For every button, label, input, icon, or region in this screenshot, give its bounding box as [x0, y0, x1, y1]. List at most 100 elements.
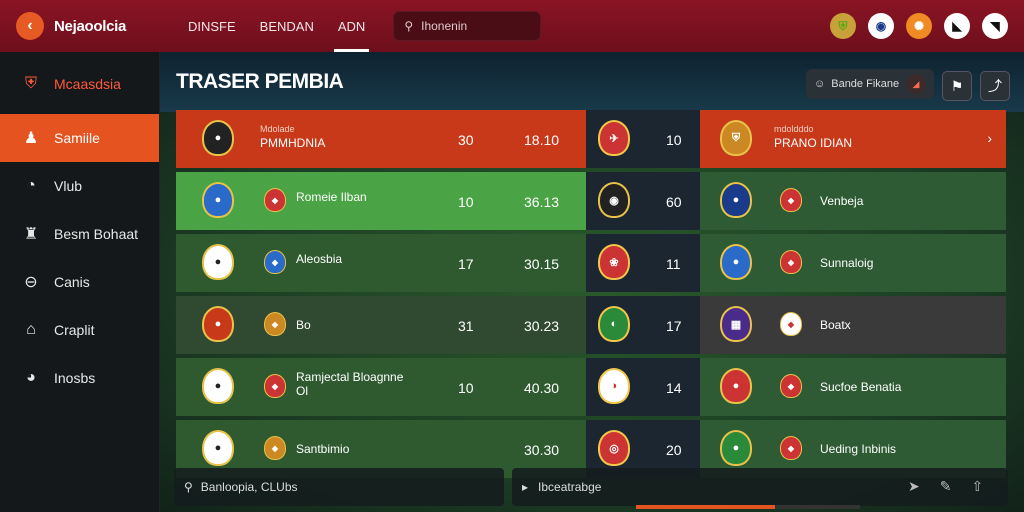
- search-input[interactable]: ⚲ Ihonenin: [393, 11, 542, 41]
- row-mid-value: 20: [666, 442, 682, 458]
- crest-3-icon[interactable]: ✺: [906, 13, 932, 39]
- club-crest-icon: ●: [720, 368, 752, 404]
- row-col1: 31: [458, 318, 474, 334]
- row-left: ● ◆ Bo 31 30.23: [176, 296, 586, 354]
- row-mid: ◉ 60: [586, 172, 700, 230]
- bottom-input-placeholder: Ibceatrabge: [538, 480, 602, 494]
- table-row[interactable]: ● ◆ Romeie Ilban 10 36.13 ◉ 60 ● ◆ Venbe…: [176, 172, 1006, 230]
- main-panel: TRASER PEMBIA ☺ Bande Fikane ◢ ⚑ ⤴ ● Mdo…: [160, 52, 1024, 512]
- player-icon: ●: [202, 244, 234, 280]
- sidebar-item-label: Canis: [54, 274, 90, 290]
- bottom-actions: ➤ ✎ ⇧: [908, 478, 983, 495]
- top-crests: ⛨ ◉ ✺ ◣ ◥: [830, 13, 1008, 39]
- club-crest-icon: ❀: [598, 244, 630, 280]
- row-mid: ◑ 14: [586, 358, 700, 416]
- row-left: ● ◆ Ramjectal Bloagnne Ol 10 40.30: [176, 358, 586, 416]
- sidebar-item-2[interactable]: ♟ Samiile: [0, 114, 159, 162]
- club-crest-icon: ◆: [264, 312, 286, 336]
- sidebar-item-7[interactable]: ◕ Inosbs: [0, 354, 159, 402]
- bottom-filter-bar[interactable]: ⚲ Banloopia, CLUbs: [174, 468, 504, 506]
- row-name: Romeie Ilban: [296, 190, 367, 204]
- row-mid-value: 60: [666, 194, 682, 210]
- shield-icon: ⛨: [24, 75, 37, 92]
- row-sub: Mdolade: [260, 124, 295, 134]
- club-crest-icon: ◆: [780, 374, 802, 398]
- row-col1: 10: [458, 380, 474, 396]
- user-chip[interactable]: ☺ Bande Fikane ◢: [806, 69, 934, 99]
- sidebar-item-6[interactable]: ⌂ Craplit: [0, 306, 159, 354]
- row-right: ● ◆ Sunnaloig: [700, 234, 1006, 292]
- sidebar-item-4[interactable]: ♜ Besm Bohaat: [0, 210, 159, 258]
- progress-fill: [636, 505, 775, 509]
- sidebar-item-label: Mcaasdsia: [54, 76, 121, 92]
- row-right: ⛨ mdoldddo PRANO IDIAN ›: [700, 110, 1006, 168]
- table-row[interactable]: ● ◆ Bo 31 30.23 ◐ 17 ▦ ◆ Boatx: [176, 296, 1006, 354]
- player-icon: ●: [202, 306, 234, 342]
- club-crest-icon: ▦: [720, 306, 752, 342]
- upload-icon[interactable]: ⇧: [971, 478, 983, 495]
- menu-icon: ▸: [522, 480, 529, 494]
- row-name-line2: Ol: [296, 384, 308, 398]
- trophy-icon: ♜: [23, 226, 39, 243]
- sidebar-item-label: Besm Bohaat: [54, 226, 139, 242]
- club-crest-icon: ◆: [780, 188, 802, 212]
- crest-4-icon[interactable]: ◣: [944, 13, 970, 39]
- table-row[interactable]: ● ◆ Ramjectal Bloagnne Ol 10 40.30 ◑ 14 …: [176, 358, 1006, 416]
- row-mid: ✈ 10: [586, 110, 700, 168]
- player-icon: ●: [202, 430, 234, 466]
- row-col2: 18.10: [524, 132, 560, 148]
- page-title: TRASER PEMBIA: [176, 70, 344, 93]
- sidebar-item-1[interactable]: ⛨ Mcaasdsia: [0, 60, 159, 108]
- chart-icon: ⌂: [26, 321, 36, 338]
- nav-item-3[interactable]: ADN: [326, 0, 377, 52]
- crest-5-icon[interactable]: ◥: [982, 13, 1008, 39]
- row-mid: ◐ 17: [586, 296, 700, 354]
- club-crest-icon: ⛨: [720, 120, 752, 156]
- table-row[interactable]: ● ◆ Aleosbia 17 30.15 ❀ 11 ● ◆ Sunnaloig: [176, 234, 1006, 292]
- row-col1: 17: [458, 256, 474, 272]
- row-mid-value: 17: [666, 318, 682, 334]
- row-col1: 10: [458, 194, 474, 210]
- export-button[interactable]: ⤴: [980, 71, 1010, 101]
- nav-item-2[interactable]: BENDAN: [248, 0, 326, 52]
- table-row[interactable]: ● Mdolade PMMHDNIA 30 18.10 ✈ 10 ⛨ mdold…: [176, 110, 1006, 168]
- stadium-icon: ⊖: [24, 274, 38, 291]
- logo[interactable]: ‹ Nejaoolcia: [16, 12, 156, 40]
- club-crest-icon: ◐: [598, 306, 630, 342]
- club-crest-icon: ◆: [264, 436, 286, 460]
- search-icon: ⚲: [184, 480, 193, 494]
- sidebar-item-label: Samiile: [54, 130, 100, 146]
- person-icon: ♟: [23, 130, 39, 147]
- send-icon[interactable]: ➤: [908, 478, 920, 495]
- sidebar: ⛨ Mcaasdsia ♟ Samiile ◔ Vlub ♜ Besm Boha…: [0, 52, 160, 512]
- nav-item-1[interactable]: DINSFE: [176, 0, 248, 52]
- search-icon: ⚲: [404, 19, 414, 33]
- row-right: ▦ ◆ Boatx: [700, 296, 1006, 354]
- sidebar-item-5[interactable]: ⊖ Canis: [0, 258, 159, 306]
- row-right-name: Venbeja: [820, 194, 864, 208]
- edit-icon[interactable]: ✎: [940, 478, 952, 495]
- logo-text: Nejaoolcia: [54, 17, 127, 35]
- user-name: Bande Fikane: [831, 78, 900, 90]
- club-crest-icon: ◑: [598, 368, 630, 404]
- bottom-left-text: Banloopia, CLUbs: [200, 480, 298, 494]
- row-col2: 30.23: [524, 318, 560, 334]
- row-mid: ❀ 11: [586, 234, 700, 292]
- user-avatar: ◢: [906, 74, 926, 94]
- row-col2: 30.30: [524, 442, 560, 458]
- share-button[interactable]: ⚑: [942, 71, 972, 101]
- crest-2-icon[interactable]: ◉: [868, 13, 894, 39]
- row-col2: 36.13: [524, 194, 560, 210]
- row-right-name: Ueding Inbinis: [820, 442, 897, 456]
- row-mid-value: 14: [666, 380, 682, 396]
- club-crest-icon: ◆: [780, 312, 802, 336]
- row-left: ● ◆ Romeie Ilban 10 36.13: [176, 172, 586, 230]
- chevron-right-icon[interactable]: ›: [987, 130, 992, 146]
- club-crest-icon: ●: [720, 430, 752, 466]
- top-bar: ‹ Nejaoolcia DINSFE BENDAN ADN ⚲ Ihoneni…: [0, 0, 1024, 52]
- search-placeholder: Ihonenin: [421, 19, 468, 33]
- row-right-name: PRANO IDIAN: [774, 136, 853, 150]
- sidebar-item-3[interactable]: ◔ Vlub: [0, 162, 159, 210]
- crest-1-icon[interactable]: ⛨: [830, 13, 856, 39]
- user-icon: ☺: [814, 78, 826, 90]
